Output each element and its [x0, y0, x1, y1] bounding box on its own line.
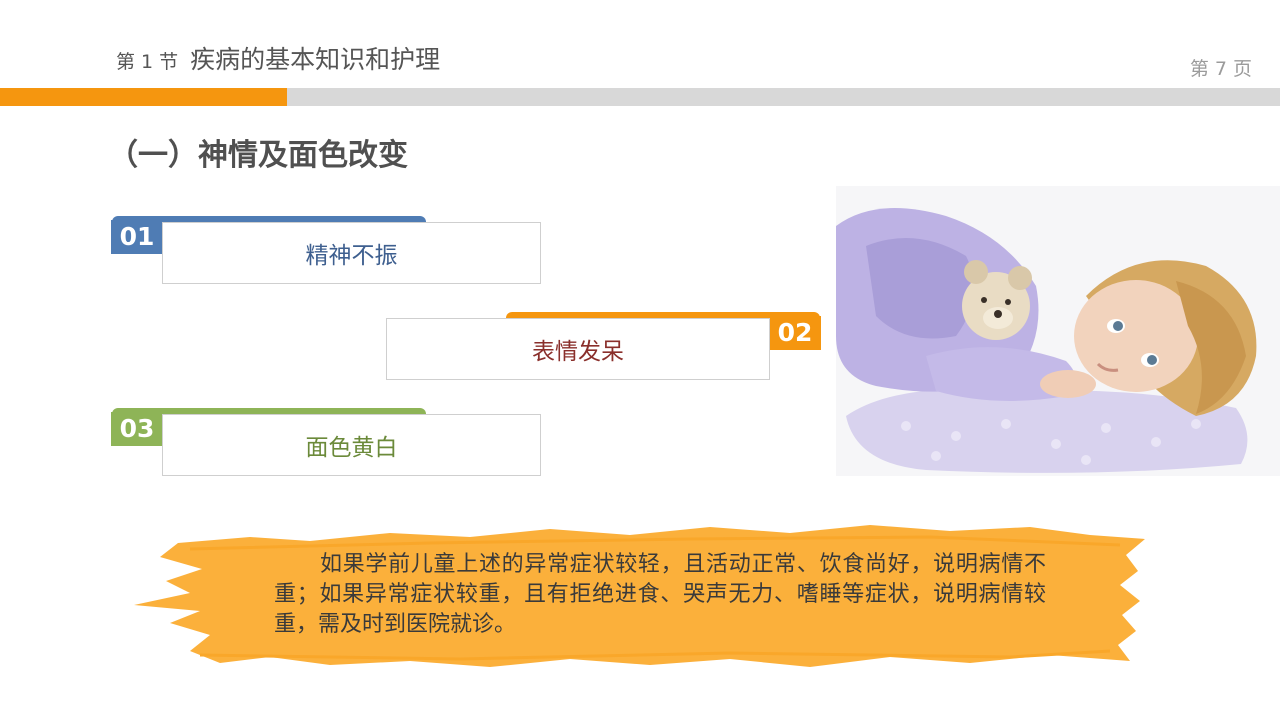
slide: 第 1 节 疾病的基本知识和护理 第 7 页 （一）神情及面色改变 01 精神不…	[0, 0, 1280, 720]
section-number: 第 1 节	[116, 51, 179, 73]
note-paragraph: 如果学前儿童上述的异常症状较轻，且活动正常、饮食尚好，说明病情不重；如果异常症状…	[274, 552, 1046, 637]
item-01-label: 精神不振	[305, 243, 398, 269]
item-02-label: 表情发呆	[532, 339, 624, 365]
child-with-teddy-photo	[836, 186, 1280, 476]
item-01-number: 01	[111, 220, 163, 254]
item-03-number: 03	[111, 412, 163, 446]
item-02-box: 表情发呆	[386, 318, 770, 380]
slide-heading: （一）神情及面色改变	[108, 138, 408, 173]
section-header: 第 1 节 疾病的基本知识和护理	[116, 40, 440, 76]
item-03-box: 面色黄白	[162, 414, 541, 476]
item-03-label: 面色黄白	[305, 435, 398, 461]
header-accent-bar	[0, 88, 287, 106]
item-01-box: 精神不振	[162, 222, 541, 284]
section-title: 疾病的基本知识和护理	[190, 45, 441, 74]
page-number: 第 7 页	[1189, 58, 1252, 80]
item-02-number: 02	[769, 316, 821, 350]
